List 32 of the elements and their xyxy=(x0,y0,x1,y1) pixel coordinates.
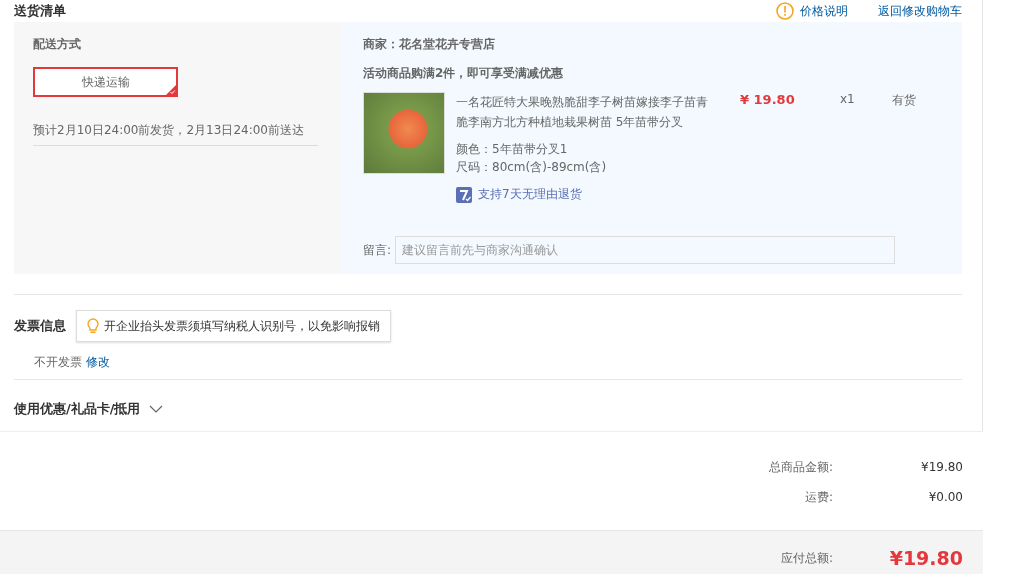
summary-value: ¥0.00 xyxy=(927,490,963,504)
promo-text: 活动商品购满2件，即可享受满减优惠 xyxy=(363,65,565,82)
stock-status: 有货 xyxy=(892,92,917,109)
item-price: ¥ 19.80 xyxy=(740,92,796,109)
summary-value: ¥19.80 xyxy=(920,460,963,474)
product-attribute: 颜色：5年苗带分叉1 xyxy=(456,141,569,158)
total-amount: ¥19.80 xyxy=(888,547,963,569)
seven-day-icon xyxy=(456,186,472,203)
product-title[interactable]: 一名花匠特大果晚熟脆甜李子树苗嫁接李子苗青脆李南方北方种植地栽果树苗 5年苗带分叉 xyxy=(456,92,716,132)
check-icon xyxy=(166,85,176,95)
shipping-heading: 配送方式 xyxy=(33,36,82,53)
lightbulb-icon xyxy=(87,318,99,334)
delivery-estimate: 预计2月10日24:00前发货，2月13日24:00前送达 xyxy=(33,119,318,146)
edit-link[interactable]: 修改 xyxy=(86,355,110,369)
invoice-heading: 发票信息 xyxy=(14,317,66,335)
note-field[interactable]: 建议留言前先与商家沟通确认 xyxy=(395,236,896,264)
section-title: 送货清单 xyxy=(14,2,66,20)
merchant-name: 商家：花名堂花卉专营店 xyxy=(363,36,496,53)
shipping-option[interactable]: 快递运输 xyxy=(33,67,178,97)
price-info-link[interactable]: 价格说明 xyxy=(800,2,848,20)
tip-text: 开企业抬头发票须填写纳税人识别号，以免影响报销 xyxy=(104,317,380,335)
note-label: 留言: xyxy=(363,242,392,259)
invoice-value: 不开发票 xyxy=(34,355,82,369)
summary-label: 运费: xyxy=(803,488,833,506)
return-policy: 支持7天无理由退货 xyxy=(478,186,582,203)
info-icon xyxy=(776,2,794,20)
item-quantity: x1 xyxy=(840,92,856,108)
coupon-toggle[interactable]: 使用优惠/礼品卡/抵用 xyxy=(14,400,163,418)
summary-label: 总商品金额: xyxy=(767,458,833,476)
product-attribute: 尺码：80cm(含)-89cm(含) xyxy=(456,159,608,176)
total-label: 应付总额: xyxy=(779,549,833,567)
cart-link[interactable]: 返回修改购物车 xyxy=(878,2,962,20)
